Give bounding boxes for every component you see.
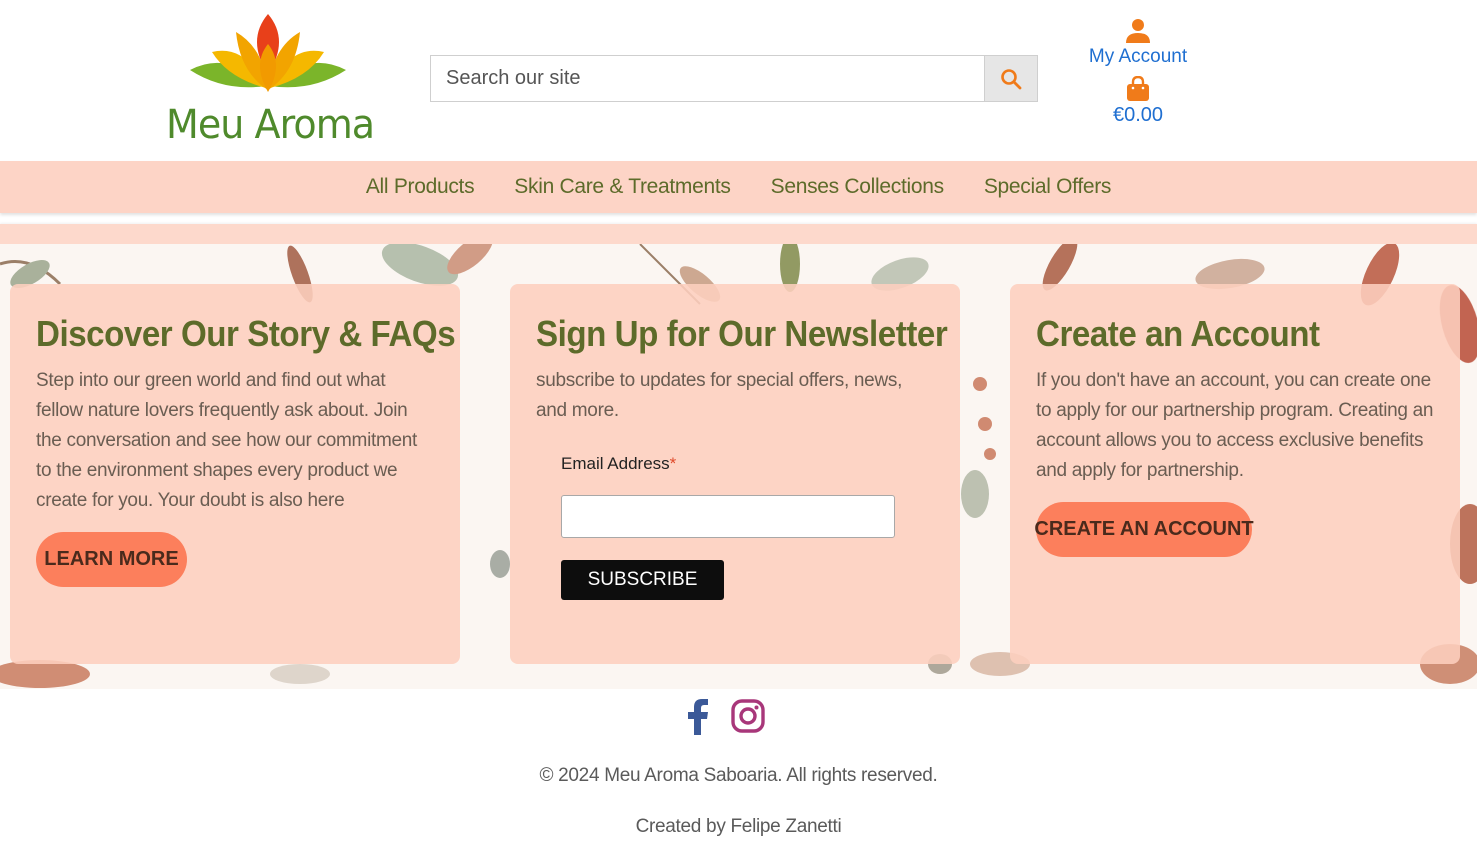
- search-button[interactable]: [984, 56, 1037, 101]
- nav-item-special-offers[interactable]: Special Offers: [984, 175, 1112, 199]
- nav-item-skin-care[interactable]: Skin Care & Treatments: [514, 175, 731, 199]
- social-links: [683, 699, 765, 740]
- search-input[interactable]: [431, 56, 985, 101]
- subscribe-button[interactable]: SUBSCRIBE: [561, 560, 724, 600]
- my-account-link[interactable]: My Account: [1088, 46, 1188, 68]
- search-icon: [1001, 68, 1022, 89]
- user-icon[interactable]: [1125, 18, 1151, 44]
- site-footer: © 2024 Meu Aroma Saboaria. All rights re…: [0, 689, 1477, 862]
- site-logo[interactable]: Meu Aroma: [160, 10, 380, 150]
- create-account-button[interactable]: CREATE AN ACCOUNT: [1034, 502, 1254, 557]
- learn-more-button[interactable]: LEARN MORE: [36, 532, 187, 587]
- lotus-logo-icon: [190, 14, 346, 92]
- account-cart-panel: My Account €0.00: [1088, 18, 1188, 127]
- logo-text: Meu Aroma: [166, 102, 375, 148]
- main-nav: All Products Skin Care & Treatments Sens…: [0, 161, 1477, 213]
- newsletter-card-title: Sign Up for Our Newsletter: [536, 313, 948, 354]
- shopping-bag-icon[interactable]: [1126, 76, 1150, 102]
- email-field-label: Email Address*: [561, 454, 676, 474]
- cart-total[interactable]: €0.00: [1088, 104, 1188, 127]
- story-card-text: Step into our green world and find out w…: [36, 370, 418, 511]
- facebook-icon[interactable]: [683, 699, 713, 740]
- nav-subbar: [0, 224, 1477, 244]
- credit-text: Created by Felipe Zanetti: [635, 816, 842, 837]
- copyright-text: © 2024 Meu Aroma Saboaria. All rights re…: [539, 765, 938, 786]
- email-field[interactable]: [561, 495, 895, 538]
- create-account-card-title: Create an Account: [1036, 313, 1320, 354]
- instagram-icon[interactable]: [731, 699, 765, 740]
- newsletter-card: Sign Up for Our Newsletter subscribe to …: [510, 284, 960, 664]
- story-card-title: Discover Our Story & FAQs: [36, 313, 456, 354]
- search-bar: [430, 55, 1038, 102]
- newsletter-card-text: subscribe to updates for special offers,…: [536, 370, 903, 421]
- required-asterisk: *: [669, 454, 677, 473]
- create-account-card-text: If you don't have an account, you can cr…: [1036, 370, 1434, 481]
- story-card: Discover Our Story & FAQs Step into our …: [10, 284, 460, 664]
- nav-item-senses-collections[interactable]: Senses Collections: [771, 175, 945, 199]
- hero-section: Discover Our Story & FAQs Step into our …: [0, 244, 1477, 689]
- create-account-card: Create an Account If you don't have an a…: [1010, 284, 1460, 664]
- nav-item-all-products[interactable]: All Products: [366, 175, 475, 199]
- email-label-text: Email Address: [561, 454, 670, 473]
- site-header: Meu Aroma My Account €0.00: [0, 0, 1477, 161]
